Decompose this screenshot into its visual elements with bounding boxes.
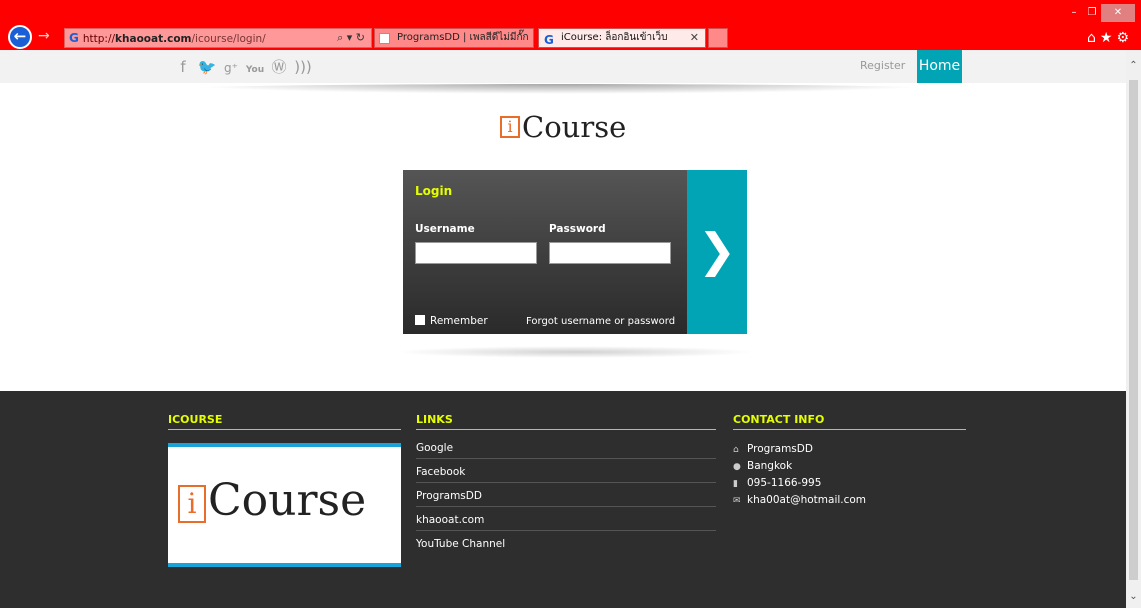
footer-contact-heading: CONTACT INFO bbox=[733, 413, 966, 430]
footer-icourse-heading: ICOURSE bbox=[168, 413, 401, 430]
google-favicon-icon: G bbox=[544, 33, 554, 47]
home-icon: ⌂ bbox=[733, 445, 739, 455]
footer-link-khaooat[interactable]: khaooat.com bbox=[416, 507, 716, 531]
logo-i-icon: i bbox=[500, 116, 520, 138]
url-path: /icourse/login/ bbox=[191, 33, 266, 45]
scroll-down-icon[interactable]: ⌄ bbox=[1126, 591, 1141, 602]
browser-chrome: ← → Ghttp://khaooat.com/icourse/login/ ⌕… bbox=[0, 0, 1141, 50]
tab-label: iCourse: ล็อกอินเข้าเว็บ bbox=[561, 32, 668, 43]
url-prefix: http:// bbox=[82, 33, 116, 45]
favorites-icon[interactable]: ★ bbox=[1100, 30, 1117, 46]
contact-phone: ▮ 095-1166-995 bbox=[733, 475, 866, 492]
address-bar[interactable]: Ghttp://khaooat.com/icourse/login/ ⌕ ▾ ↻ bbox=[64, 28, 372, 48]
contact-info: ⌂ ProgramsDD ● Bangkok ▮ 095-1166-995 ✉ kha0… bbox=[733, 441, 866, 509]
logo-i-icon: i bbox=[178, 485, 206, 523]
page-favicon-icon bbox=[379, 33, 390, 44]
username-input[interactable] bbox=[415, 242, 537, 264]
wordpress-icon[interactable]: Ⓦ bbox=[268, 56, 290, 77]
contact-name-text: ProgramsDD bbox=[747, 443, 813, 455]
vertical-scrollbar[interactable]: ⌃ ⌄ bbox=[1126, 50, 1141, 608]
location-icon: ● bbox=[733, 462, 741, 472]
remember-checkbox[interactable]: Remember bbox=[415, 315, 488, 327]
home-icon[interactable]: ⌂ bbox=[1087, 30, 1100, 46]
back-button[interactable]: ← bbox=[8, 25, 32, 49]
phone-icon: ▮ bbox=[733, 479, 738, 489]
home-nav-button[interactable]: Home bbox=[917, 50, 962, 83]
footer-links-heading: LINKS bbox=[416, 413, 716, 430]
contact-phone-text: 095-1166-995 bbox=[747, 477, 822, 489]
footer-link-google[interactable]: Google bbox=[416, 435, 716, 459]
footer: ICOURSE LINKS CONTACT INFO i Course Goog… bbox=[0, 391, 1126, 608]
close-tab-icon[interactable]: ✕ bbox=[690, 29, 699, 47]
remember-label: Remember bbox=[430, 315, 488, 327]
footer-link-programsdd[interactable]: ProgramsDD bbox=[416, 483, 716, 507]
password-input[interactable] bbox=[549, 242, 671, 264]
forgot-password-link[interactable]: Forgot username or password bbox=[526, 316, 675, 327]
google-favicon-icon: G bbox=[69, 31, 79, 45]
login-submit-button[interactable]: ❯ bbox=[687, 170, 747, 334]
checkbox-icon[interactable] bbox=[415, 315, 425, 325]
tab-icourse[interactable]: G iCourse: ล็อกอินเข้าเว็บ ✕ bbox=[538, 28, 706, 48]
window-controls: – ❐ ✕ bbox=[1065, 0, 1135, 22]
restore-icon[interactable]: ❐ bbox=[1083, 4, 1101, 22]
social-links: f 🐦 g⁺ You Ⓦ))) bbox=[172, 56, 316, 77]
username-label: Username bbox=[415, 223, 475, 235]
toolbar-icons: ⌂★⚙ bbox=[1087, 30, 1133, 46]
twitter-icon[interactable]: 🐦 bbox=[196, 58, 218, 76]
rss-icon[interactable]: ))) bbox=[292, 58, 314, 76]
password-label: Password bbox=[549, 223, 606, 235]
logo-text: Course bbox=[522, 110, 627, 144]
footer-link-youtube[interactable]: YouTube Channel bbox=[416, 531, 716, 555]
logo-text: Course bbox=[208, 475, 367, 526]
register-link[interactable]: Register bbox=[860, 59, 905, 72]
scroll-thumb[interactable] bbox=[1129, 80, 1138, 580]
contact-email-text[interactable]: kha00at@hotmail.com bbox=[747, 494, 866, 506]
search-refresh-icon[interactable]: ⌕ ▾ ↻ bbox=[337, 29, 365, 47]
site-logo[interactable]: i Course bbox=[500, 110, 626, 146]
footer-link-facebook[interactable]: Facebook bbox=[416, 459, 716, 483]
settings-gear-icon[interactable]: ⚙ bbox=[1116, 30, 1133, 46]
contact-location: ● Bangkok bbox=[733, 458, 866, 475]
minimize-icon[interactable]: – bbox=[1065, 4, 1083, 22]
nav-shadow bbox=[175, 84, 945, 94]
close-window-icon[interactable]: ✕ bbox=[1101, 4, 1135, 22]
login-form: Login Username Password Remember Forgot … bbox=[403, 170, 687, 334]
facebook-icon[interactable]: f bbox=[172, 58, 194, 76]
login-title: Login bbox=[415, 184, 453, 198]
scroll-up-icon[interactable]: ⌃ bbox=[1126, 60, 1141, 71]
url-domain: khaooat.com bbox=[115, 33, 192, 45]
envelope-icon: ✉ bbox=[733, 496, 741, 506]
tab-programsdd[interactable]: ProgramsDD | เพลสีดีไม่มีกั๊ก bbox=[374, 28, 534, 48]
contact-name: ⌂ ProgramsDD bbox=[733, 441, 866, 458]
contact-email: ✉ kha00at@hotmail.com bbox=[733, 492, 866, 509]
footer-logo: i Course bbox=[168, 443, 401, 567]
login-shadow bbox=[395, 346, 755, 358]
new-tab-button[interactable] bbox=[708, 28, 728, 48]
googleplus-icon[interactable]: g⁺ bbox=[220, 61, 242, 75]
footer-links-list: Google Facebook ProgramsDD khaooat.com Y… bbox=[416, 435, 716, 555]
youtube-icon[interactable]: You bbox=[244, 65, 266, 75]
tab-label: ProgramsDD | เพลสีดีไม่มีกั๊ก bbox=[397, 32, 529, 43]
forward-button[interactable]: → bbox=[38, 28, 50, 44]
contact-location-text: Bangkok bbox=[747, 460, 793, 472]
